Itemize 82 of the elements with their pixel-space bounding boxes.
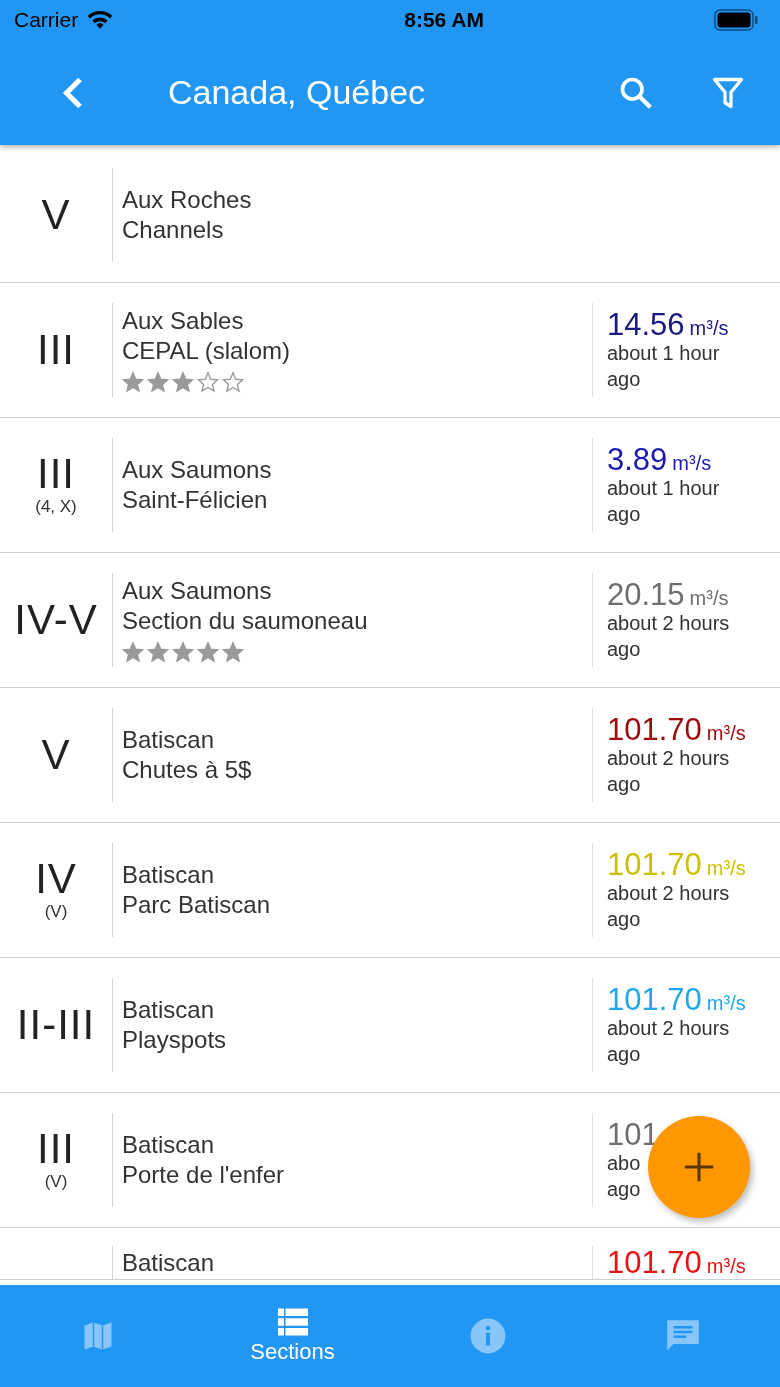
river-name: Aux Roches: [122, 186, 253, 214]
updated-time: about 1 hour: [607, 340, 720, 366]
flow-value: 101.70: [607, 713, 702, 745]
grade-label: III: [37, 453, 75, 495]
battery-icon: [714, 9, 758, 31]
section-row[interactable]: II-III Batiscan Playspots 101.70 m³/s about 2 hours ago: [0, 958, 780, 1093]
section-name: Chutes à 5$: [122, 755, 253, 784]
updated-time: ago: [607, 501, 641, 527]
status-time: 8:56 AM: [404, 8, 484, 32]
grade-label: III: [37, 1128, 75, 1170]
river-name: Batiscan: [122, 1131, 216, 1159]
river-name: Batiscan: [122, 1248, 216, 1277]
river-name: Aux Saumons: [122, 456, 273, 484]
flow-unit: m³/s: [706, 722, 746, 743]
grade-label: IV-V: [14, 599, 98, 641]
flow-unit: m³/s: [706, 1256, 746, 1276]
flow-value: 14.56: [607, 308, 685, 340]
filled-star-icon: [122, 640, 144, 663]
grade-label: V: [41, 194, 71, 236]
river-name: Batiscan: [122, 996, 216, 1024]
section-row[interactable]: V Aux Roches Channels: [0, 148, 780, 283]
flow-value: 101.70: [607, 983, 702, 1015]
grade-label: IV: [35, 858, 77, 900]
section-row[interactable]: III Aux Sables CEPAL (slalom) 14.56 m³/s about 1 hour ago: [0, 283, 780, 418]
plus-icon: [682, 1150, 716, 1184]
grade-note: (V): [44, 1172, 68, 1192]
page-title: Canada, Québec: [168, 73, 427, 112]
grade-label: II-III: [16, 1004, 96, 1046]
flow-unit: m³/s: [706, 992, 746, 1013]
updated-time: about 2 hours: [607, 745, 730, 771]
filled-star-icon: [147, 640, 169, 663]
filled-star-icon: [172, 640, 194, 663]
filled-star-icon: [172, 370, 194, 393]
empty-star-icon: [222, 370, 244, 393]
section-name: CEPAL (slalom): [122, 336, 292, 365]
updated-time: ago: [607, 1176, 641, 1202]
updated-time: ago: [607, 771, 641, 797]
section-row[interactable]: IV (V) Batiscan Parc Batiscan 101.70 m³/s about 2 hours ago: [0, 823, 780, 958]
river-name: Batiscan: [122, 861, 216, 889]
section-row[interactable]: IV-V Aux Saumons Section du saumoneau 20.15 m³/s about 2 hours ago: [0, 553, 780, 688]
section-name: Porte de l'enfer: [122, 1160, 285, 1189]
updated-time: abo: [607, 1150, 641, 1176]
flow-unit: m³/s: [672, 452, 712, 473]
flow-value: 101.70: [607, 1247, 702, 1278]
flow-value: 101.70: [607, 848, 702, 880]
updated-time: about 2 hours: [607, 610, 730, 636]
flow-unit: m³/s: [706, 857, 746, 878]
section-name: Channels: [122, 215, 225, 244]
section-row[interactable]: V Batiscan Chutes à 5$ 101.70 m³/s about 2 hours ago: [0, 688, 780, 823]
section-name: Parc Batiscan: [122, 890, 272, 919]
updated-time: about 2 hours: [607, 880, 730, 906]
flow-value: 20.15: [607, 578, 685, 610]
updated-time: ago: [607, 636, 641, 662]
section-name: Section du saumoneau: [122, 606, 369, 635]
filled-star-icon: [222, 640, 244, 663]
section-name: Playspots: [122, 1025, 228, 1054]
filled-star-icon: [197, 640, 219, 663]
flow-unit: m³/s: [689, 587, 729, 608]
river-name: Aux Sables: [122, 307, 245, 335]
filled-star-icon: [147, 370, 169, 393]
updated-time: ago: [607, 906, 641, 932]
updated-time: about 1 hour: [607, 475, 720, 501]
updated-time: ago: [607, 366, 641, 392]
river-name: Batiscan: [122, 726, 216, 754]
empty-star-icon: [197, 370, 219, 393]
grade-note: (4, X): [35, 497, 77, 517]
section-row[interactable]: Batiscan 101.70 m³/s: [0, 1228, 780, 1280]
grade-label: III: [37, 329, 75, 371]
flow-value: 101: [607, 1118, 659, 1150]
carrier-label: Carrier: [14, 8, 79, 32]
grade-note: (V): [44, 902, 68, 922]
flow-unit: m³/s: [689, 317, 729, 338]
flow-value: 3.89: [607, 443, 668, 475]
updated-time: ago: [607, 1041, 641, 1067]
info-icon: [468, 1317, 507, 1355]
section-name: Saint-Félicien: [122, 485, 269, 514]
updated-time: about 2 hours: [607, 1015, 730, 1041]
filled-star-icon: [122, 370, 144, 393]
grade-label: V: [41, 734, 71, 776]
wifi-icon: [86, 10, 115, 30]
river-name: Aux Saumons: [122, 577, 273, 605]
section-row[interactable]: III (4, X) Aux Saumons Saint-Félicien 3.89 m³/s about 1 hour ago: [0, 418, 780, 553]
